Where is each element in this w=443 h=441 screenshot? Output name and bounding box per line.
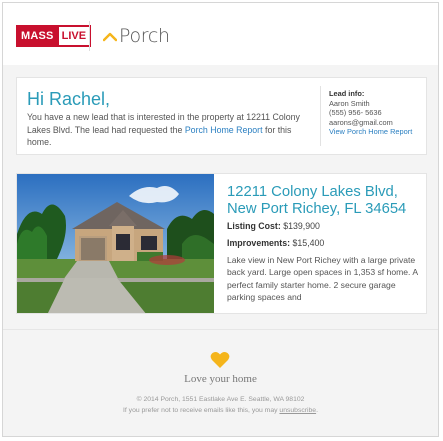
- footer-tagline: Love your home: [184, 373, 257, 385]
- heart-icon: [210, 352, 230, 368]
- unsubscribe-end: .: [316, 407, 318, 414]
- email-frame: MASS LIVE Porch Hi Rachel, You have a ne…: [2, 2, 439, 437]
- listing-cost-label: Listing Cost:: [227, 221, 281, 231]
- lead-divider: [320, 86, 321, 146]
- masslive-logo-live: LIVE: [56, 25, 92, 47]
- intro-card: Hi Rachel, You have a new lead that is i…: [16, 77, 427, 155]
- porch-logo[interactable]: Porch: [103, 25, 170, 47]
- listing-cost-value: $139,900: [283, 221, 320, 231]
- masslive-logo-mass: MASS: [16, 25, 57, 47]
- improvements: Improvements: $15,400: [227, 238, 324, 248]
- view-report-link[interactable]: View Porch Home Report: [329, 127, 426, 137]
- property-photo[interactable]: [17, 174, 214, 314]
- porch-home-report-link[interactable]: Porch Home Report: [185, 125, 263, 135]
- footer-unsubscribe-line: If you prefer not to receive emails like…: [3, 407, 438, 414]
- property-address[interactable]: 12211 Colony Lakes Blvd, New Port Richey…: [227, 184, 423, 218]
- unsubscribe-link[interactable]: unsubscribe: [279, 407, 316, 414]
- footer-copyright: © 2014 Porch, 1551 Eastlake Ave E. Seatt…: [136, 396, 305, 403]
- lead-info: Lead info: Aaron Smith (555) 956- 5636 a…: [329, 89, 426, 137]
- lead-email[interactable]: aarons@gmail.com: [329, 118, 426, 128]
- property-card: 12211 Colony Lakes Blvd, New Port Richey…: [16, 173, 427, 314]
- porch-logo-text: Porch: [119, 25, 170, 47]
- lead-phone[interactable]: (555) 956- 5636: [329, 108, 426, 118]
- porch-roof-icon: [103, 32, 117, 42]
- intro-message: You have a new lead that is interested i…: [27, 111, 310, 149]
- unsubscribe-text: If you prefer not to receive emails like…: [123, 407, 280, 414]
- footer-divider: [3, 329, 438, 330]
- listing-cost: Listing Cost: $139,900: [227, 221, 320, 231]
- header-divider: [89, 21, 90, 51]
- email-header: MASS LIVE Porch: [3, 3, 438, 65]
- lead-name: Aaron Smith: [329, 98, 370, 108]
- greeting: Hi Rachel,: [27, 89, 111, 109]
- improvements-value: $15,400: [292, 238, 325, 248]
- property-description: Lake view in New Port Richey with a larg…: [227, 255, 418, 302]
- masslive-logo[interactable]: MASS LIVE: [16, 25, 92, 47]
- lead-info-label: Lead info:: [329, 89, 365, 98]
- improvements-label: Improvements:: [227, 238, 291, 248]
